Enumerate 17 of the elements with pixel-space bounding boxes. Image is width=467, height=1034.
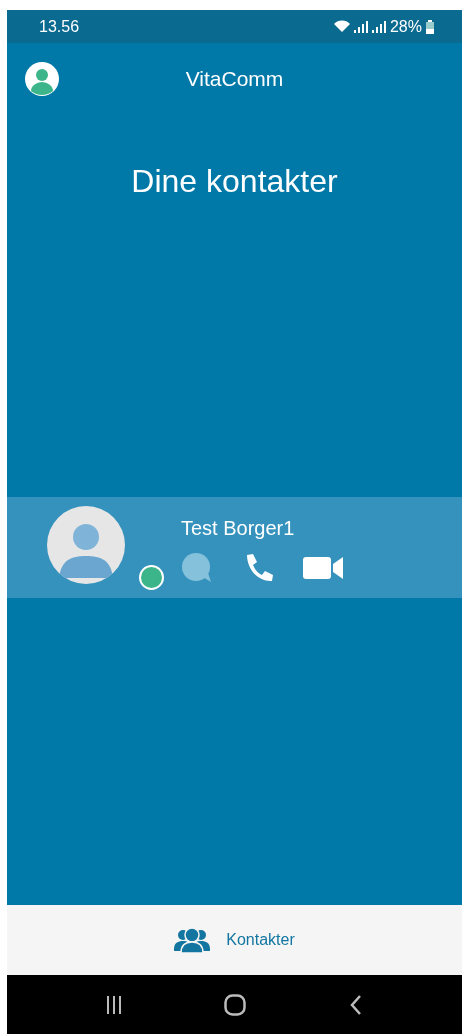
- people-icon: [174, 927, 211, 953]
- page-heading: Dine kontakter: [130, 162, 339, 201]
- profile-avatar-icon[interactable]: [25, 62, 59, 96]
- home-icon[interactable]: [224, 993, 247, 1016]
- contacts-tab[interactable]: Kontakter: [168, 926, 301, 954]
- contact-row[interactable]: Test Borger1: [7, 497, 462, 598]
- battery-icon: [426, 19, 434, 34]
- back-icon[interactable]: [350, 994, 363, 1015]
- signal-icon: [371, 20, 386, 33]
- contact-name: Test Borger1: [181, 515, 296, 541]
- video-camera-icon[interactable]: [303, 555, 343, 580]
- recent-apps-icon[interactable]: [106, 995, 121, 1014]
- wifi-icon: [333, 20, 350, 33]
- signal-icon: [353, 20, 368, 33]
- battery-percent: 28%: [389, 16, 422, 37]
- status-time: 13.56: [39, 16, 80, 37]
- app-title: VitaComm: [185, 66, 284, 93]
